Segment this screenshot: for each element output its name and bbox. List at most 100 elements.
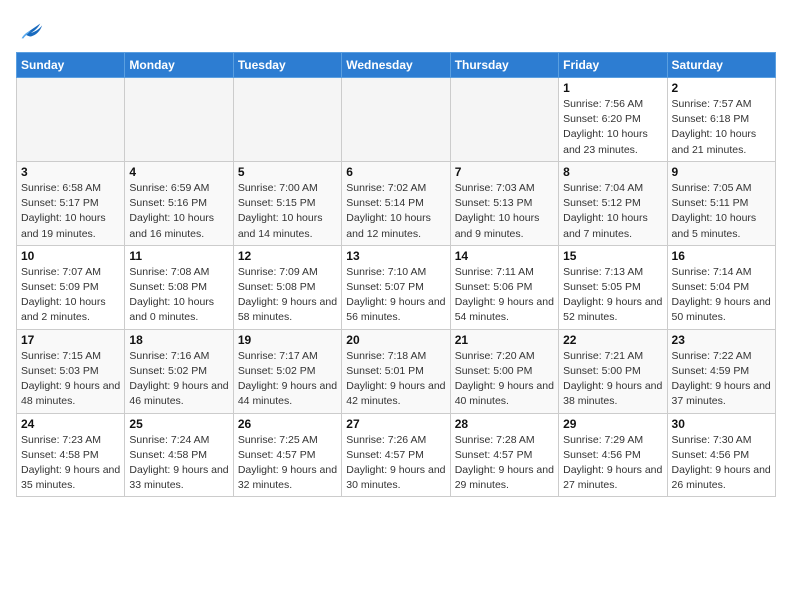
day-number: 1 [563,81,662,95]
day-number: 2 [672,81,771,95]
day-number: 26 [238,417,337,431]
day-info: Sunrise: 7:28 AMSunset: 4:57 PMDaylight:… [455,433,554,494]
day-info: Sunrise: 7:16 AMSunset: 5:02 PMDaylight:… [129,349,228,410]
header [16,16,776,44]
calendar-cell: 18 Sunrise: 7:16 AMSunset: 5:02 PMDayligh… [125,329,233,413]
calendar-week-3: 10 Sunrise: 7:07 AMSunset: 5:09 PMDayligh… [17,245,776,329]
day-info: Sunrise: 7:07 AMSunset: 5:09 PMDaylight:… [21,265,120,326]
day-number: 6 [346,165,445,179]
day-info: Sunrise: 7:08 AMSunset: 5:08 PMDaylight:… [129,265,228,326]
day-number: 5 [238,165,337,179]
day-number: 15 [563,249,662,263]
calendar-header-tuesday: Tuesday [233,53,341,78]
calendar-cell: 8 Sunrise: 7:04 AMSunset: 5:12 PMDaylight… [559,161,667,245]
day-info: Sunrise: 7:25 AMSunset: 4:57 PMDaylight:… [238,433,337,494]
calendar-header-row: SundayMondayTuesdayWednesdayThursdayFrid… [17,53,776,78]
day-info: Sunrise: 7:10 AMSunset: 5:07 PMDaylight:… [346,265,445,326]
day-number: 22 [563,333,662,347]
calendar-cell: 15 Sunrise: 7:13 AMSunset: 5:05 PMDayligh… [559,245,667,329]
day-info: Sunrise: 7:17 AMSunset: 5:02 PMDaylight:… [238,349,337,410]
day-number: 29 [563,417,662,431]
calendar-cell: 2 Sunrise: 7:57 AMSunset: 6:18 PMDaylight… [667,78,775,162]
day-info: Sunrise: 7:02 AMSunset: 5:14 PMDaylight:… [346,181,445,242]
calendar: SundayMondayTuesdayWednesdayThursdayFrid… [16,52,776,497]
calendar-cell: 17 Sunrise: 7:15 AMSunset: 5:03 PMDayligh… [17,329,125,413]
calendar-cell [125,78,233,162]
calendar-cell: 20Sunrise: 7:18 AMSunset: 5:01 PMDayligh… [342,329,450,413]
day-number: 21 [455,333,554,347]
calendar-cell: 16 Sunrise: 7:14 AMSunset: 5:04 PMDayligh… [667,245,775,329]
calendar-cell: 23 Sunrise: 7:22 AMSunset: 4:59 PMDayligh… [667,329,775,413]
day-info: Sunrise: 7:29 AMSunset: 4:56 PMDaylight:… [563,433,662,494]
day-number: 16 [672,249,771,263]
day-number: 23 [672,333,771,347]
calendar-cell: 12 Sunrise: 7:09 AMSunset: 5:08 PMDayligh… [233,245,341,329]
day-info: Sunrise: 6:59 AMSunset: 5:16 PMDaylight:… [129,181,228,242]
day-info: Sunrise: 7:13 AMSunset: 5:05 PMDaylight:… [563,265,662,326]
day-number: 11 [129,249,228,263]
day-info: Sunrise: 7:05 AMSunset: 5:11 PMDaylight:… [672,181,771,242]
calendar-cell [342,78,450,162]
day-info: Sunrise: 7:21 AMSunset: 5:00 PMDaylight:… [563,349,662,410]
day-number: 27 [346,417,445,431]
day-number: 25 [129,417,228,431]
day-number: 7 [455,165,554,179]
calendar-header-saturday: Saturday [667,53,775,78]
day-info: Sunrise: 7:56 AMSunset: 6:20 PMDaylight:… [563,97,662,158]
day-info: Sunrise: 6:58 AMSunset: 5:17 PMDaylight:… [21,181,120,242]
calendar-cell [233,78,341,162]
day-number: 4 [129,165,228,179]
calendar-header-sunday: Sunday [17,53,125,78]
day-info: Sunrise: 7:15 AMSunset: 5:03 PMDaylight:… [21,349,120,410]
calendar-week-5: 24 Sunrise: 7:23 AMSunset: 4:58 PMDayligh… [17,413,776,497]
day-number: 12 [238,249,337,263]
calendar-cell: 25Sunrise: 7:24 AMSunset: 4:58 PMDayligh… [125,413,233,497]
calendar-week-1: 1 Sunrise: 7:56 AMSunset: 6:20 PMDaylight… [17,78,776,162]
day-info: Sunrise: 7:20 AMSunset: 5:00 PMDaylight:… [455,349,554,410]
calendar-header-friday: Friday [559,53,667,78]
logo-bird-icon [16,16,44,44]
day-number: 24 [21,417,120,431]
calendar-week-2: 3 Sunrise: 6:58 AMSunset: 5:17 PMDaylight… [17,161,776,245]
day-number: 18 [129,333,228,347]
calendar-cell: 19Sunrise: 7:17 AMSunset: 5:02 PMDayligh… [233,329,341,413]
calendar-cell: 9Sunrise: 7:05 AMSunset: 5:11 PMDaylight… [667,161,775,245]
day-info: Sunrise: 7:03 AMSunset: 5:13 PMDaylight:… [455,181,554,242]
calendar-cell: 30 Sunrise: 7:30 AMSunset: 4:56 PMDayligh… [667,413,775,497]
day-info: Sunrise: 7:23 AMSunset: 4:58 PMDaylight:… [21,433,120,494]
day-number: 8 [563,165,662,179]
day-number: 3 [21,165,120,179]
calendar-header-monday: Monday [125,53,233,78]
calendar-cell [450,78,558,162]
calendar-cell: 3 Sunrise: 6:58 AMSunset: 5:17 PMDaylight… [17,161,125,245]
calendar-cell: 11 Sunrise: 7:08 AMSunset: 5:08 PMDayligh… [125,245,233,329]
calendar-cell: 14 Sunrise: 7:11 AMSunset: 5:06 PMDayligh… [450,245,558,329]
day-info: Sunrise: 7:14 AMSunset: 5:04 PMDaylight:… [672,265,771,326]
calendar-header-wednesday: Wednesday [342,53,450,78]
day-number: 10 [21,249,120,263]
day-number: 30 [672,417,771,431]
day-info: Sunrise: 7:11 AMSunset: 5:06 PMDaylight:… [455,265,554,326]
calendar-cell: 4 Sunrise: 6:59 AMSunset: 5:16 PMDaylight… [125,161,233,245]
day-info: Sunrise: 7:18 AMSunset: 5:01 PMDaylight:… [346,349,445,410]
day-number: 14 [455,249,554,263]
day-info: Sunrise: 7:09 AMSunset: 5:08 PMDaylight:… [238,265,337,326]
calendar-cell: 13 Sunrise: 7:10 AMSunset: 5:07 PMDayligh… [342,245,450,329]
calendar-cell: 27Sunrise: 7:26 AMSunset: 4:57 PMDayligh… [342,413,450,497]
day-info: Sunrise: 7:30 AMSunset: 4:56 PMDaylight:… [672,433,771,494]
calendar-cell: 24 Sunrise: 7:23 AMSunset: 4:58 PMDayligh… [17,413,125,497]
calendar-cell: 1 Sunrise: 7:56 AMSunset: 6:20 PMDaylight… [559,78,667,162]
day-info: Sunrise: 7:57 AMSunset: 6:18 PMDaylight:… [672,97,771,158]
calendar-cell: 21 Sunrise: 7:20 AMSunset: 5:00 PMDayligh… [450,329,558,413]
calendar-header-thursday: Thursday [450,53,558,78]
day-info: Sunrise: 7:04 AMSunset: 5:12 PMDaylight:… [563,181,662,242]
calendar-cell: 26 Sunrise: 7:25 AMSunset: 4:57 PMDayligh… [233,413,341,497]
calendar-cell [17,78,125,162]
calendar-cell: 7 Sunrise: 7:03 AMSunset: 5:13 PMDaylight… [450,161,558,245]
day-number: 17 [21,333,120,347]
day-info: Sunrise: 7:22 AMSunset: 4:59 PMDaylight:… [672,349,771,410]
day-number: 13 [346,249,445,263]
logo [16,16,48,44]
calendar-cell: 29 Sunrise: 7:29 AMSunset: 4:56 PMDayligh… [559,413,667,497]
calendar-cell: 5Sunrise: 7:00 AMSunset: 5:15 PMDaylight… [233,161,341,245]
